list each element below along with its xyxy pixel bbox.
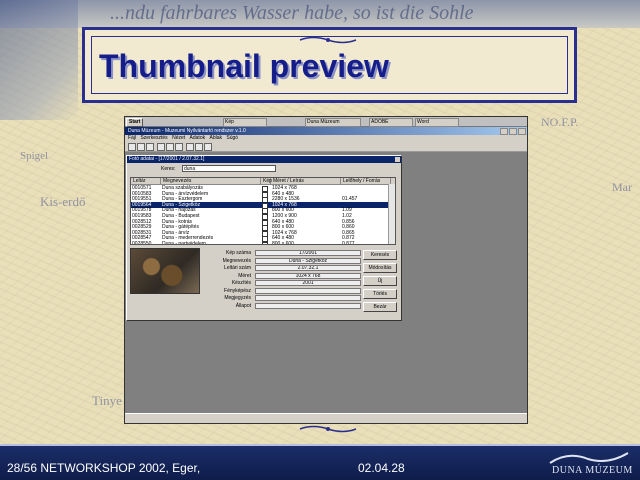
table-cell: Duna - partvédelem: [162, 241, 206, 245]
toolbar: [125, 142, 527, 152]
ornament-flourish-icon: [299, 36, 357, 44]
menu-item[interactable]: Súgó: [226, 135, 238, 141]
map-label: Tinye: [92, 393, 122, 408]
column-header[interactable]: Méret / Leírás: [271, 178, 341, 184]
field-value-input[interactable]: [255, 295, 361, 301]
toolbar-cut-icon[interactable]: [157, 143, 165, 151]
toolbar-search-icon[interactable]: [186, 143, 194, 151]
ornament-flourish-icon: [299, 425, 357, 433]
taskbar-button[interactable]: Duna Múzeum: [305, 118, 361, 127]
detail-field-row: Megjegyzés: [211, 295, 361, 301]
status-bar: [125, 413, 527, 423]
field-label: Leltári szám: [224, 265, 251, 271]
table-cell: 0028550: [132, 241, 152, 245]
field-value-input[interactable]: 17/2001: [255, 250, 361, 256]
wave-logo-icon: [549, 452, 629, 464]
maximize-icon[interactable]: [509, 128, 517, 135]
field-label: Méret: [238, 272, 251, 279]
menu-item[interactable]: Adatok: [190, 135, 206, 141]
field-label: Megnevezés: [222, 257, 251, 264]
dialog-action-button[interactable]: Új: [363, 276, 397, 286]
detail-field-row: Kép száma 17/2001: [211, 250, 361, 256]
application-screenshot: Start Kép Duna Múzeum ADOBE Word Duna Mú…: [124, 116, 528, 424]
toolbar-image-icon[interactable]: [195, 143, 203, 151]
toolbar-print-icon[interactable]: [146, 143, 154, 151]
toolbar-open-icon[interactable]: [128, 143, 136, 151]
column-header[interactable]: Lelőhely / Forrás: [341, 178, 391, 184]
detail-field-row: Állapot: [211, 302, 361, 309]
field-label: Fényképész: [224, 287, 251, 294]
search-row: Keres: duna: [127, 165, 401, 173]
field-label: Készítés: [231, 280, 251, 286]
app-title-bar: Duna Múzeum - Muzeumi Nyilvántartó rends…: [125, 127, 527, 135]
dialog-action-button[interactable]: Módosítás: [363, 263, 397, 273]
dialog-title: Fotó adatai - [17/2001 / 2.07.32.1]: [129, 156, 205, 162]
dialog-title-bar: Fotó adatai - [17/2001 / 2.07.32.1]: [127, 156, 401, 163]
column-header[interactable]: Megnevezés: [161, 178, 261, 184]
row-checkbox[interactable]: [262, 242, 268, 244]
search-label: Keres:: [161, 166, 176, 172]
grid-header: Leltár Megnevezés Kép Méret / Leírás Lel…: [131, 178, 395, 185]
header-script: ...ndu fahrbares Wasser habe, so ist die…: [110, 2, 474, 24]
windows-taskbar: Start Kép Duna Múzeum ADOBE Word: [125, 117, 527, 127]
column-header[interactable]: Leltár: [131, 178, 161, 184]
detail-field-row: Készítés 2001: [211, 280, 361, 286]
map-label: Kis-erdő: [40, 194, 86, 209]
map-label: Spigel: [20, 150, 49, 162]
app-title: Duna Múzeum - Muzeumi Nyilvántartó rends…: [128, 128, 246, 134]
museum-logo-text: DUNA MÚZEUM: [552, 465, 633, 476]
table-cell: 800 x 600: [272, 241, 294, 245]
table-row[interactable]: 0028550 Duna - partvédelem 800 x 600 0.877: [131, 241, 389, 245]
detail-field-row: Méret 1024 x 768: [211, 272, 361, 279]
dialog-action-button[interactable]: Törlés: [363, 289, 397, 299]
detail-field-row: Fényképész: [211, 287, 361, 294]
close-icon[interactable]: [518, 128, 526, 135]
menu-item[interactable]: Ablak: [210, 135, 223, 141]
menu-item[interactable]: Nézet: [172, 135, 185, 141]
dialog-action-button[interactable]: Bezár: [363, 302, 397, 312]
taskbar-button[interactable]: ADOBE: [369, 118, 413, 127]
dialog-action-button[interactable]: Keresés: [363, 250, 397, 260]
results-grid: Leltár Megnevezés Kép Méret / Leírás Lel…: [130, 177, 396, 245]
dialog-close-icon[interactable]: [395, 157, 400, 162]
field-value-input[interactable]: [255, 287, 361, 294]
toolbar-paste-icon[interactable]: [175, 143, 183, 151]
corner-engraving-image: [0, 0, 78, 120]
field-label: Megjegyzés: [224, 295, 251, 301]
toolbar-save-icon[interactable]: [137, 143, 145, 151]
footer-divider: [0, 444, 640, 446]
taskbar-button[interactable]: Kép: [223, 118, 267, 127]
field-value-input[interactable]: 2.07.32.1: [255, 265, 361, 271]
field-value-input[interactable]: 2001: [255, 280, 361, 286]
field-label: Állapot: [235, 302, 251, 309]
museum-logo: DUNA MÚZEUM: [548, 451, 633, 477]
map-label: NO.F.P.: [541, 115, 579, 129]
footer-date: 02.04.28: [358, 461, 405, 475]
map-label: Mar: [612, 180, 632, 194]
footer-event: 28/56 NETWORKSHOP 2002, Eger,: [7, 461, 201, 475]
search-input[interactable]: duna: [182, 165, 276, 172]
menu-item[interactable]: Szerkesztés: [140, 135, 167, 141]
field-label: Kép száma: [225, 250, 251, 256]
menu-bar: Fájl Szerkesztés Nézet Adatok Ablak Súgó: [125, 135, 527, 142]
detail-field-row: Megnevezés Duna - Szigetköz: [211, 257, 361, 264]
table-cell: 0.877: [342, 241, 355, 245]
photo-dialog: Fotó adatai - [17/2001 / 2.07.32.1] Kere…: [126, 155, 402, 321]
field-value-input[interactable]: Duna - Szigetköz: [255, 257, 361, 264]
column-header[interactable]: Kép: [261, 178, 272, 184]
field-value-input[interactable]: 1024 x 768: [255, 272, 361, 279]
minimize-icon[interactable]: [500, 128, 508, 135]
taskbar-button[interactable]: Word: [415, 118, 459, 127]
slide-title: Thumbnail preview: [99, 48, 389, 84]
menu-item[interactable]: Fájl: [128, 135, 136, 141]
thumbnail-image: [130, 248, 200, 294]
toolbar-copy-icon[interactable]: [166, 143, 174, 151]
toolbar-help-icon[interactable]: [204, 143, 212, 151]
field-value-input[interactable]: [255, 302, 361, 309]
start-button[interactable]: Start: [126, 118, 144, 127]
detail-field-row: Leltári szám 2.07.32.1: [211, 265, 361, 271]
grid-scrollbar[interactable]: [388, 184, 395, 244]
